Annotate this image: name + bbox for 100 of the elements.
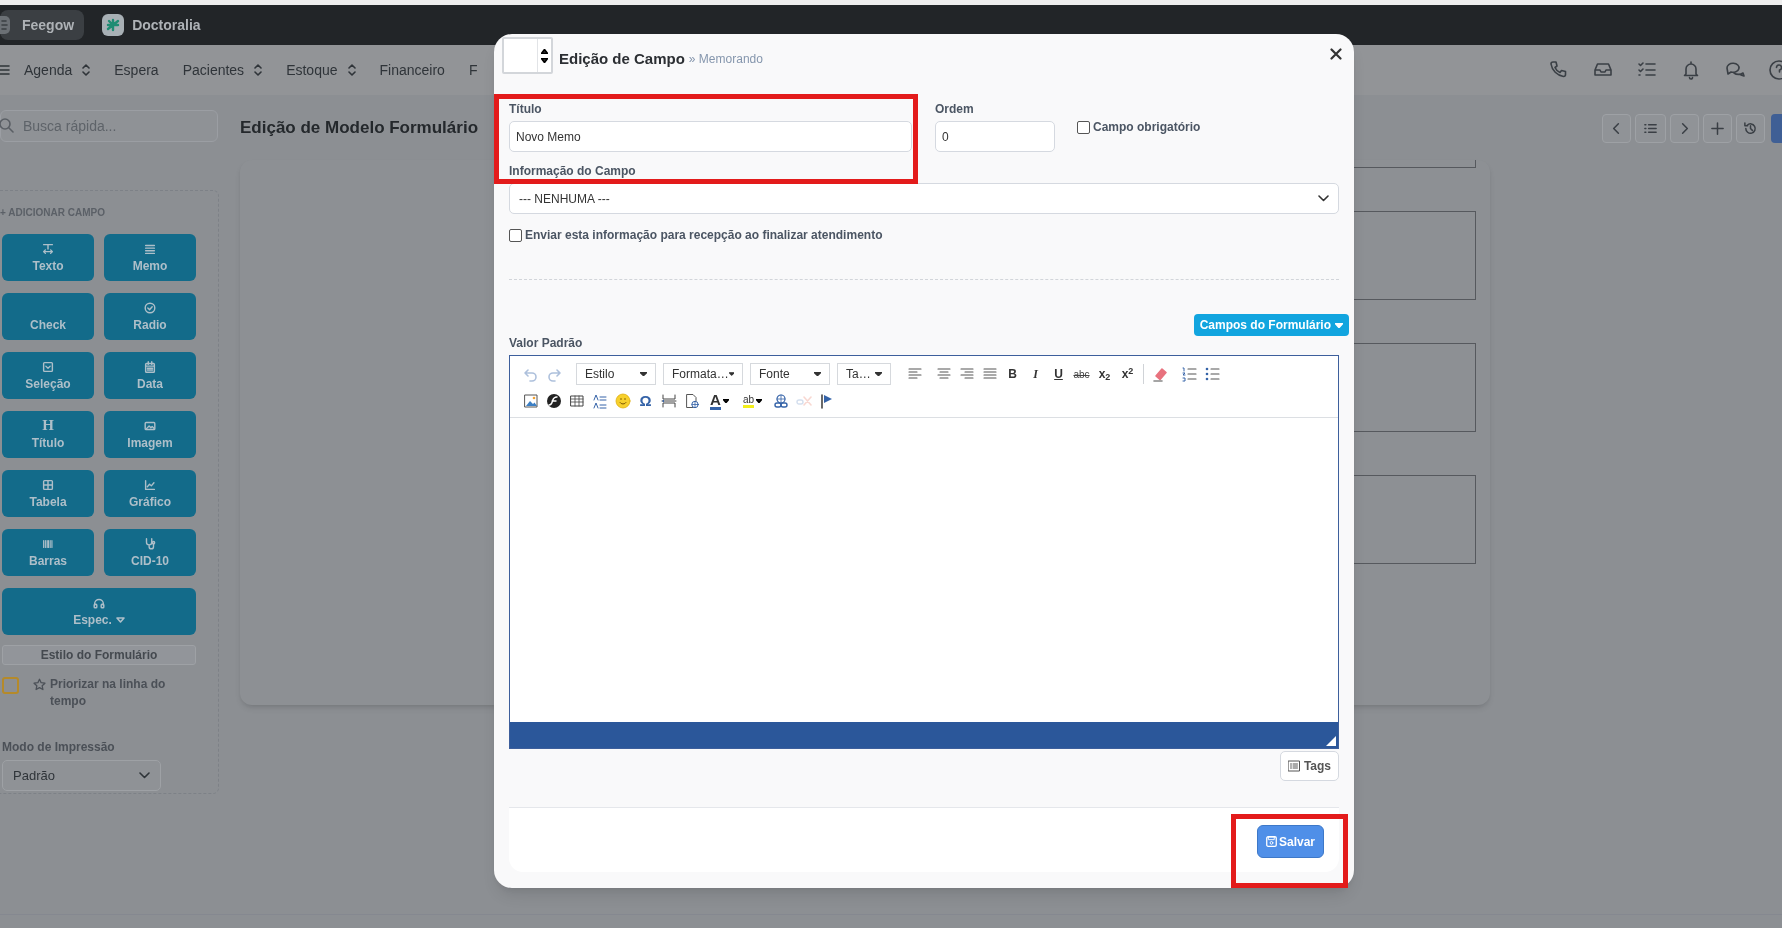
nav-item[interactable]: F xyxy=(468,59,478,81)
rich-text-editor[interactable]: Estilo Formata… Fonte Ta… B I U abc x$_{2}$ x$^{2}$ Ω A ab xyxy=(509,355,1339,749)
number-input[interactable] xyxy=(502,37,553,74)
field-label: Informação do Campo xyxy=(509,164,636,179)
sort-caret-icon xyxy=(254,63,263,77)
field-type-button[interactable]: Check xyxy=(2,293,94,340)
barcode-icon xyxy=(41,537,55,551)
field-type-button[interactable]: Espec. xyxy=(2,588,196,635)
field-label: Modo de Impressão xyxy=(2,739,116,756)
nav-item[interactable]: Financeiro xyxy=(379,59,445,81)
image-icon xyxy=(143,419,157,433)
caret-icon xyxy=(875,372,882,376)
editor-tool-button[interactable]: ab xyxy=(742,390,764,412)
editor-tool-button[interactable]: A xyxy=(709,390,730,412)
nav-item[interactable]: Agenda xyxy=(24,59,91,81)
checkbox-label[interactable]: Priorizar na linha do tempo xyxy=(50,676,190,710)
table-icon xyxy=(568,393,585,409)
caret-icon xyxy=(1335,322,1343,328)
toolbar-button[interactable] xyxy=(1602,113,1631,143)
text-field[interactable]: 0 xyxy=(935,121,1055,152)
select-value: --- NENHUMA --- xyxy=(519,190,610,208)
form-fields-button[interactable]: Campos do Formulário xyxy=(1193,314,1349,336)
editor-tool-button[interactable]: abc xyxy=(1071,363,1092,385)
app-icon xyxy=(102,14,125,36)
editor-tool-button[interactable]: I xyxy=(1025,363,1046,385)
caret-icon xyxy=(115,617,125,623)
app-tab[interactable]: Feegow xyxy=(0,10,85,40)
help-icon[interactable] xyxy=(1768,59,1782,81)
select-value: Padrão xyxy=(13,766,55,785)
field-type-button[interactable]: Texto xyxy=(2,234,94,281)
unlink-icon xyxy=(795,393,812,409)
checkbox-label[interactable]: Campo obrigatório xyxy=(1093,118,1201,136)
editor-dropdown[interactable]: Estilo xyxy=(576,363,656,385)
editor-tool-button[interactable]: U xyxy=(1048,363,1069,385)
checkbox[interactable] xyxy=(2,677,19,694)
toolbar-button[interactable] xyxy=(1703,113,1732,143)
menu-icon[interactable] xyxy=(0,63,10,77)
plus-icon xyxy=(1710,120,1725,136)
smiley-icon xyxy=(614,393,631,409)
form-style-button[interactable]: Estilo do Formulário xyxy=(2,645,196,665)
align-center-icon xyxy=(935,366,952,382)
nav-item[interactable]: Espera xyxy=(114,59,159,81)
field-type-button[interactable]: Data xyxy=(104,352,196,399)
breadcrumb: » Memorando xyxy=(688,51,763,68)
toolbar-button[interactable] xyxy=(1736,113,1765,143)
field-type-button[interactable]: Barras xyxy=(2,529,94,576)
headset-icon xyxy=(92,596,106,610)
align-left-icon xyxy=(906,366,923,382)
document-icon xyxy=(683,393,700,409)
save-button[interactable]: Salvar xyxy=(1256,825,1324,858)
close-icon[interactable] xyxy=(1330,48,1342,60)
align-right-icon xyxy=(958,366,975,382)
editor-dropdown[interactable]: Formata… xyxy=(663,363,743,385)
field-type-button[interactable]: Imagem xyxy=(104,411,196,458)
field-type-button[interactable]: Seleção xyxy=(2,352,94,399)
spin-up-icon[interactable] xyxy=(541,48,548,54)
field-type-button[interactable]: Radio xyxy=(104,293,196,340)
caret-icon xyxy=(728,372,734,376)
nav-item[interactable]: Estoque xyxy=(286,59,356,81)
editor-tool-button[interactable]: B xyxy=(1002,363,1023,385)
checkbox[interactable] xyxy=(509,228,522,242)
heading-glyph: H xyxy=(42,418,54,433)
eraser-icon xyxy=(1151,366,1168,382)
text-format-icon xyxy=(41,242,55,256)
editor-tool-button[interactable]: Ω xyxy=(635,390,656,412)
editor-dropdown[interactable]: Fonte xyxy=(750,363,830,385)
star-icon xyxy=(33,678,46,691)
editor-tool-button[interactable]: x$_{2}$ xyxy=(1094,363,1115,385)
field-type-button[interactable]: H Título xyxy=(2,411,94,458)
field-type-button[interactable]: Gráfico xyxy=(104,470,196,517)
chevron-down-icon xyxy=(1318,195,1329,202)
editor-tool-button[interactable]: x$^{2}$ xyxy=(1117,363,1138,385)
field-label: Ordem xyxy=(935,102,974,117)
chevron-down-icon xyxy=(139,772,150,779)
image-icon xyxy=(522,393,539,409)
calendar-icon xyxy=(143,360,157,374)
checkbox-label[interactable]: Enviar esta informação para recepção ao finalizar atendimento xyxy=(525,226,883,244)
text-field[interactable]: Novo Memo xyxy=(509,121,912,152)
line-chart-icon xyxy=(143,478,157,492)
tags-button[interactable]: Tags xyxy=(1279,751,1339,781)
editor-dropdown[interactable]: Ta… xyxy=(837,363,891,385)
field-type-button[interactable]: Tabela xyxy=(2,470,94,517)
nav-item[interactable]: Pacientes xyxy=(182,59,263,81)
checkbox[interactable] xyxy=(1077,120,1090,134)
info-select[interactable]: --- NENHUMA --- xyxy=(509,183,1339,214)
field-type-button[interactable]: CID-10 xyxy=(104,529,196,576)
resize-handle-icon[interactable] xyxy=(1326,736,1336,746)
toolbar-button[interactable] xyxy=(1635,113,1666,143)
undo-icon xyxy=(522,366,539,382)
field-type-button[interactable]: Memo xyxy=(104,234,196,281)
list-icon xyxy=(1287,760,1300,772)
print-mode-select[interactable]: Padrão xyxy=(2,760,161,791)
app-tab[interactable]: Doctoralia xyxy=(92,10,211,40)
page-break-icon xyxy=(660,393,677,409)
toolbar-button[interactable] xyxy=(1670,113,1699,143)
text-direction-icon xyxy=(591,393,608,409)
history-icon xyxy=(1743,120,1758,136)
spin-down-icon[interactable] xyxy=(541,57,548,63)
toolbar-button[interactable] xyxy=(1771,113,1782,143)
sort-caret-icon xyxy=(82,63,91,77)
